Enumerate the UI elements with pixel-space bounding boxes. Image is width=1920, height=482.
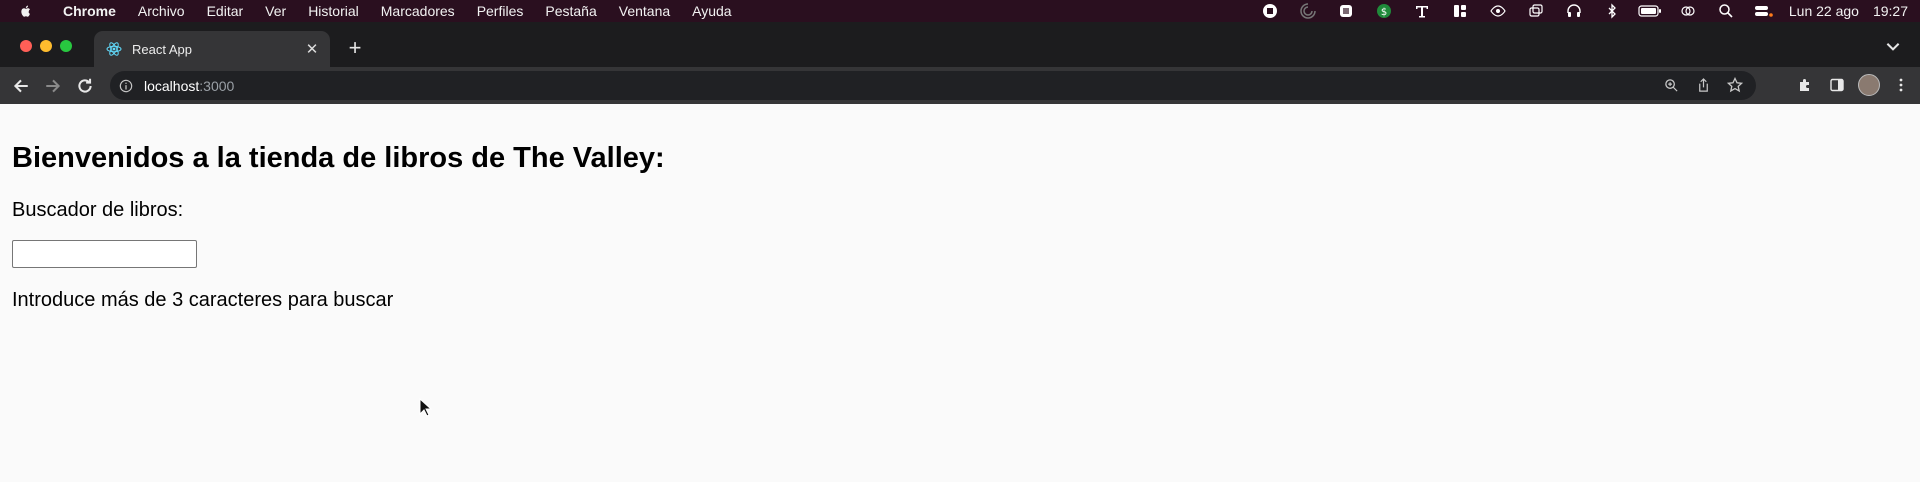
apple-icon[interactable] — [0, 4, 52, 18]
svg-text:$: $ — [1381, 7, 1387, 18]
close-window-button[interactable] — [20, 40, 32, 52]
shield-app-icon[interactable] — [1327, 0, 1365, 22]
search-label: Buscador de libros: — [12, 199, 184, 221]
side-panel-icon[interactable] — [1826, 71, 1848, 99]
windows-icon[interactable] — [1517, 0, 1555, 22]
bookmark-star-icon[interactable] — [1726, 75, 1744, 95]
mouse-cursor-icon — [419, 398, 433, 417]
menu-ayuda[interactable]: Ayuda — [681, 3, 742, 19]
url-host: localhost — [144, 77, 200, 94]
reload-button[interactable] — [70, 71, 100, 101]
menu-app-name[interactable]: Chrome — [52, 3, 127, 19]
site-info-icon[interactable] — [118, 78, 134, 94]
extensions-puzzle-icon[interactable] — [1794, 71, 1816, 99]
maximize-window-button[interactable] — [60, 40, 72, 52]
eye-icon[interactable] — [1479, 0, 1517, 22]
text-tool-icon[interactable] — [1403, 0, 1441, 22]
macos-menu-bar: Chrome Archivo Editar Ver Historial Marc… — [0, 0, 1920, 22]
profile-avatar[interactable] — [1858, 74, 1880, 96]
url-port: :3000 — [199, 77, 235, 94]
menu-marcadores[interactable]: Marcadores — [370, 3, 466, 19]
search-hint: Introduce más de 3 caracteres para busca… — [12, 289, 394, 311]
menu-archivo[interactable]: Archivo — [127, 3, 196, 19]
browser-tab-active[interactable]: React App ✕ — [94, 31, 330, 67]
page-title: Bienvenidos a la tienda de libros de The… — [12, 142, 665, 174]
menu-pestana[interactable]: Pestaña — [534, 3, 607, 19]
window-controls — [20, 40, 72, 52]
browser-tab-strip: React App ✕ + — [0, 22, 1920, 67]
share-icon[interactable] — [1694, 75, 1712, 95]
spotlight-search-icon[interactable] — [1707, 0, 1745, 22]
menu-perfiles[interactable]: Perfiles — [466, 3, 535, 19]
tab-close-icon[interactable]: ✕ — [304, 41, 320, 58]
forward-button[interactable] — [38, 71, 68, 101]
loading-icon[interactable] — [1289, 0, 1327, 22]
forward-arrow-icon — [46, 79, 61, 92]
menu-clock[interactable]: Lun 22 ago 19:27 — [1783, 3, 1908, 19]
screen-mirroring-icon[interactable] — [1669, 0, 1707, 22]
web-page-content: Bienvenidos a la tienda de libros de The… — [0, 104, 1920, 482]
browser-toolbar: localhost:3000 — [0, 67, 1920, 104]
tab-search-chevron-icon[interactable] — [1884, 37, 1902, 55]
bluetooth-icon[interactable] — [1593, 0, 1631, 22]
address-bar[interactable]: localhost:3000 — [110, 71, 1756, 100]
menu-time: 19:27 — [1872, 3, 1908, 19]
headphones-icon[interactable] — [1555, 0, 1593, 22]
new-tab-button[interactable]: + — [344, 37, 366, 59]
back-arrow-icon — [13, 79, 28, 92]
menu-historial[interactable]: Historial — [297, 3, 370, 19]
menu-date: Lun 22 ago — [1788, 3, 1859, 19]
menu-editar[interactable]: Editar — [196, 3, 255, 19]
stop-record-icon[interactable] — [1251, 0, 1289, 22]
battery-icon[interactable] — [1631, 0, 1669, 22]
money-app-icon[interactable]: $ — [1365, 0, 1403, 22]
book-search-input[interactable] — [12, 240, 197, 268]
tab-title: React App — [132, 41, 192, 57]
browser-menu-kebab-icon[interactable] — [1890, 71, 1912, 99]
back-button[interactable] — [6, 71, 36, 101]
react-logo-icon — [106, 42, 122, 56]
menu-ver[interactable]: Ver — [254, 3, 297, 19]
control-center-icon[interactable] — [1745, 0, 1783, 22]
window-manager-icon[interactable] — [1441, 0, 1479, 22]
reload-icon — [78, 78, 92, 93]
menu-ventana[interactable]: Ventana — [608, 3, 681, 19]
zoom-icon[interactable] — [1662, 75, 1680, 95]
minimize-window-button[interactable] — [40, 40, 52, 52]
